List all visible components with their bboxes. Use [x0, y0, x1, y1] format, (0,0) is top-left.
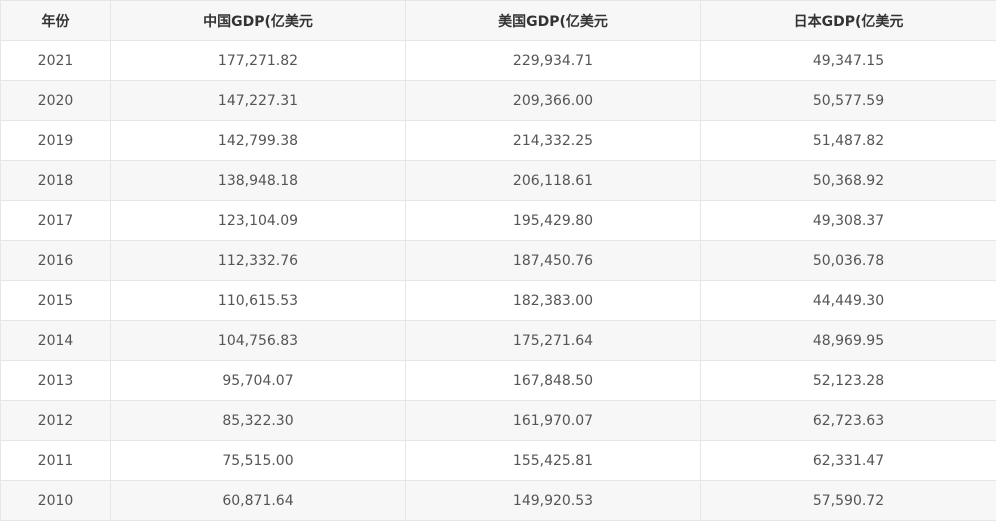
- cell-china-gdp: 147,227.31: [110, 80, 406, 121]
- cell-japan-gdp: 62,723.63: [700, 400, 996, 441]
- cell-year: 2013: [0, 360, 111, 401]
- cell-japan-gdp: 62,331.47: [700, 440, 996, 481]
- cell-usa-gdp: 195,429.80: [405, 200, 701, 241]
- cell-china-gdp: 85,322.30: [110, 400, 406, 441]
- gdp-table: 年份 中国GDP(亿美元 美国GDP(亿美元 日本GDP(亿美元 2021 17…: [0, 0, 996, 521]
- table-body: 2021 177,271.82 229,934.71 49,347.15 202…: [0, 40, 996, 521]
- cell-china-gdp: 60,871.64: [110, 480, 406, 521]
- cell-china-gdp: 95,704.07: [110, 360, 406, 401]
- cell-year: 2014: [0, 320, 111, 361]
- cell-year: 2020: [0, 80, 111, 121]
- cell-usa-gdp: 161,970.07: [405, 400, 701, 441]
- header-japan-gdp: 日本GDP(亿美元: [700, 0, 996, 41]
- table-row: 2021 177,271.82 229,934.71 49,347.15: [0, 40, 996, 81]
- cell-usa-gdp: 175,271.64: [405, 320, 701, 361]
- cell-usa-gdp: 206,118.61: [405, 160, 701, 201]
- table-row: 2020 147,227.31 209,366.00 50,577.59: [0, 80, 996, 121]
- cell-japan-gdp: 57,590.72: [700, 480, 996, 521]
- cell-japan-gdp: 50,368.92: [700, 160, 996, 201]
- table-row: 2011 75,515.00 155,425.81 62,331.47: [0, 440, 996, 481]
- cell-usa-gdp: 229,934.71: [405, 40, 701, 81]
- cell-year: 2015: [0, 280, 111, 321]
- cell-japan-gdp: 48,969.95: [700, 320, 996, 361]
- cell-year: 2011: [0, 440, 111, 481]
- table-row: 2015 110,615.53 182,383.00 44,449.30: [0, 280, 996, 321]
- cell-china-gdp: 112,332.76: [110, 240, 406, 281]
- cell-china-gdp: 142,799.38: [110, 120, 406, 161]
- table-row: 2014 104,756.83 175,271.64 48,969.95: [0, 320, 996, 361]
- cell-japan-gdp: 50,577.59: [700, 80, 996, 121]
- cell-usa-gdp: 209,366.00: [405, 80, 701, 121]
- table-row: 2017 123,104.09 195,429.80 49,308.37: [0, 200, 996, 241]
- cell-china-gdp: 110,615.53: [110, 280, 406, 321]
- cell-china-gdp: 177,271.82: [110, 40, 406, 81]
- cell-usa-gdp: 167,848.50: [405, 360, 701, 401]
- cell-usa-gdp: 155,425.81: [405, 440, 701, 481]
- cell-japan-gdp: 50,036.78: [700, 240, 996, 281]
- cell-year: 2018: [0, 160, 111, 201]
- cell-china-gdp: 104,756.83: [110, 320, 406, 361]
- cell-japan-gdp: 44,449.30: [700, 280, 996, 321]
- cell-china-gdp: 123,104.09: [110, 200, 406, 241]
- cell-china-gdp: 138,948.18: [110, 160, 406, 201]
- cell-japan-gdp: 49,308.37: [700, 200, 996, 241]
- cell-japan-gdp: 51,487.82: [700, 120, 996, 161]
- header-china-gdp: 中国GDP(亿美元: [110, 0, 406, 41]
- cell-year: 2012: [0, 400, 111, 441]
- cell-year: 2021: [0, 40, 111, 81]
- cell-usa-gdp: 149,920.53: [405, 480, 701, 521]
- cell-year: 2019: [0, 120, 111, 161]
- cell-year: 2017: [0, 200, 111, 241]
- cell-usa-gdp: 187,450.76: [405, 240, 701, 281]
- cell-japan-gdp: 49,347.15: [700, 40, 996, 81]
- table-row: 2018 138,948.18 206,118.61 50,368.92: [0, 160, 996, 201]
- header-usa-gdp: 美国GDP(亿美元: [405, 0, 701, 41]
- cell-year: 2016: [0, 240, 111, 281]
- cell-usa-gdp: 214,332.25: [405, 120, 701, 161]
- header-year: 年份: [0, 0, 111, 41]
- table-row: 2013 95,704.07 167,848.50 52,123.28: [0, 360, 996, 401]
- cell-usa-gdp: 182,383.00: [405, 280, 701, 321]
- table-row: 2016 112,332.76 187,450.76 50,036.78: [0, 240, 996, 281]
- table-header: 年份 中国GDP(亿美元 美国GDP(亿美元 日本GDP(亿美元: [0, 0, 996, 41]
- table-row: 2012 85,322.30 161,970.07 62,723.63: [0, 400, 996, 441]
- table-row: 2010 60,871.64 149,920.53 57,590.72: [0, 480, 996, 521]
- cell-china-gdp: 75,515.00: [110, 440, 406, 481]
- table-row: 2019 142,799.38 214,332.25 51,487.82: [0, 120, 996, 161]
- header-row: 年份 中国GDP(亿美元 美国GDP(亿美元 日本GDP(亿美元: [0, 0, 996, 41]
- cell-japan-gdp: 52,123.28: [700, 360, 996, 401]
- cell-year: 2010: [0, 480, 111, 521]
